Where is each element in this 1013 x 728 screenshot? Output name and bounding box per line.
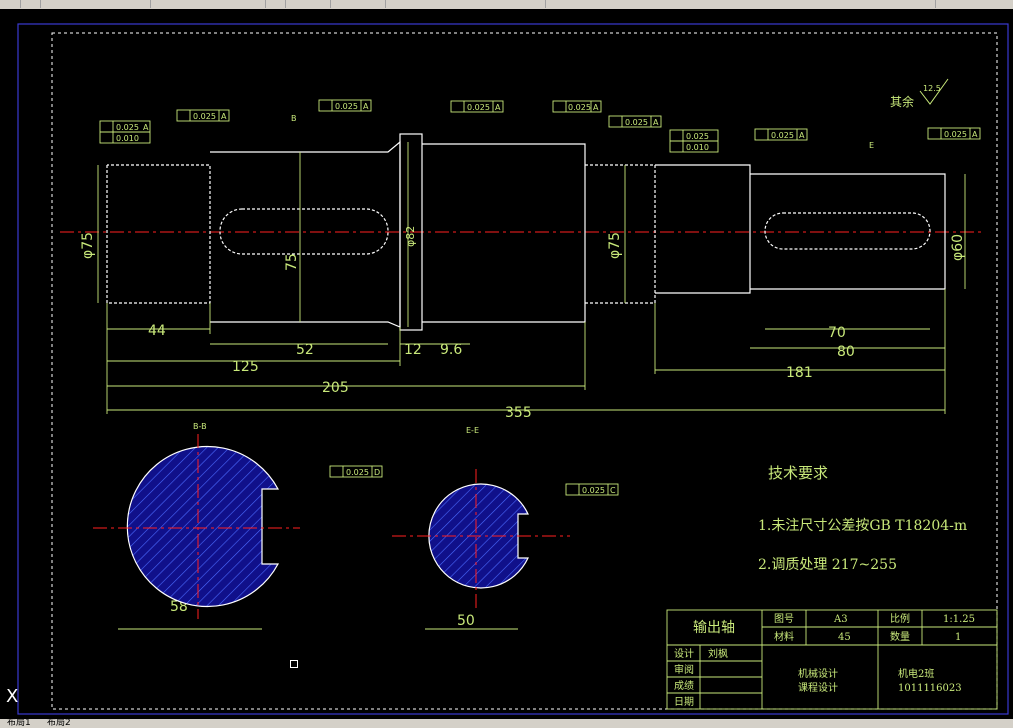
datum-c: C xyxy=(610,486,616,495)
datum-a-2: A xyxy=(221,112,227,121)
layout-tabs: 布局1 布局2 xyxy=(0,719,1013,728)
section-ee xyxy=(392,469,570,630)
dim-205: 205 xyxy=(322,380,349,396)
datum-d: D xyxy=(374,468,380,477)
tab-layout-2[interactable]: 布局2 xyxy=(44,719,74,728)
dim-80: 80 xyxy=(837,344,855,360)
text-style-icon[interactable] xyxy=(925,0,936,8)
tb-course-1: 机械设计 xyxy=(798,667,838,680)
crosshair-cursor-icon xyxy=(290,660,298,668)
tb-review-label: 审阅 xyxy=(674,663,694,676)
cad-drawing: 44 125 52 12 9.6 205 355 70 80 181 58 50… xyxy=(17,23,1009,715)
tb-drawing-no-label: 图号 xyxy=(774,613,794,625)
dim-70: 70 xyxy=(828,325,846,341)
dim-dia-mid: φ82 xyxy=(404,226,417,247)
datum-a-1: A xyxy=(143,123,149,132)
dim-50: 50 xyxy=(457,613,475,629)
tb-course-2: 课程设计 xyxy=(798,681,838,694)
dim-dia-right: φ75 xyxy=(607,232,623,259)
tol-1: 0.025 xyxy=(116,123,139,132)
tol-2: 0.025 xyxy=(193,112,216,121)
sheet-border xyxy=(17,23,1009,715)
zoom-previous-icon[interactable] xyxy=(320,0,331,8)
datum-a-6: A xyxy=(653,118,659,127)
tol-7: 0.025 xyxy=(686,132,709,141)
dim-125: 125 xyxy=(232,359,259,375)
datum-a-3: A xyxy=(363,102,369,111)
tol-8: 0.025 xyxy=(771,131,794,140)
section-bb-label: B-B xyxy=(193,422,207,431)
section-bb xyxy=(93,434,300,630)
tol-1b: 0.010 xyxy=(116,134,139,143)
tol-5: 0.025 xyxy=(568,103,591,112)
ucs-icon: X xyxy=(6,686,19,707)
dim-75: 75 xyxy=(284,253,300,271)
tb-part-name: 输出轴 xyxy=(693,620,735,636)
tol-6: 0.025 xyxy=(625,118,648,127)
tech-title: 技术要求 xyxy=(768,464,828,482)
dim-12: 12 xyxy=(404,342,422,358)
dim-52: 52 xyxy=(296,342,314,358)
datum-b-label: B xyxy=(291,114,297,123)
tb-date-label: 日期 xyxy=(674,696,694,708)
dim-44: 44 xyxy=(148,323,166,339)
frame-border xyxy=(51,32,998,710)
section-ee-label: E-E xyxy=(466,426,479,435)
zoom-realtime-icon[interactable] xyxy=(255,0,266,8)
tb-grade-label: 成绩 xyxy=(674,679,694,692)
roughness-symbol: 其余 12.5 xyxy=(890,78,949,109)
tb-drawing-no: A3 xyxy=(833,614,848,625)
datum-e-label: E xyxy=(869,141,874,150)
undo-icon[interactable] xyxy=(10,0,21,8)
dim-355: 355 xyxy=(505,405,532,421)
datum-a-9: A xyxy=(972,130,978,139)
tol-10: 0.025 xyxy=(346,468,369,477)
tol-4: 0.025 xyxy=(467,103,490,112)
datum-a-8: A xyxy=(799,131,805,140)
tb-student-id: 1011116023 xyxy=(898,683,962,694)
dim-181: 181 xyxy=(786,365,813,381)
tb-material-label: 材料 xyxy=(774,630,794,643)
tol-11: 0.025 xyxy=(582,486,605,495)
dim-dia-left: φ75 xyxy=(80,232,96,259)
tol-9: 0.025 xyxy=(944,130,967,139)
roughness-qiyu: 其余 xyxy=(890,94,914,109)
tb-scale-label: 比例 xyxy=(890,612,910,625)
tech-line-1: 1.未注尺寸公差按GB T18204-m xyxy=(758,518,967,534)
dimension-lines xyxy=(97,142,966,414)
drawing-viewport[interactable]: 44 125 52 12 9.6 205 355 70 80 181 58 50… xyxy=(0,9,1013,719)
datum-a-5: A xyxy=(593,103,599,112)
tb-qty-label: 数量 xyxy=(890,630,910,643)
properties-icon[interactable] xyxy=(375,0,386,8)
pan-icon[interactable] xyxy=(140,0,151,8)
tb-material: 45 xyxy=(838,632,851,643)
redo-icon[interactable] xyxy=(30,0,41,8)
tb-designer: 刘枫 xyxy=(708,647,728,660)
layer-icon[interactable] xyxy=(535,0,546,8)
tb-class: 机电2班 xyxy=(898,667,934,680)
zoom-window-icon[interactable] xyxy=(275,0,286,8)
tb-design-label: 设计 xyxy=(674,647,694,660)
tb-scale: 1:1.25 xyxy=(943,614,975,625)
tol-7b: 0.010 xyxy=(686,143,709,152)
dim-dia-key: φ60 xyxy=(950,234,966,261)
tol-3: 0.025 xyxy=(335,102,358,111)
tb-qty: 1 xyxy=(955,632,961,643)
tech-line-2: 2.调质处理 217~255 xyxy=(758,557,897,573)
datum-a-4: A xyxy=(495,103,501,112)
dim-9-6: 9.6 xyxy=(440,342,462,358)
tab-layout-1[interactable]: 布局1 xyxy=(4,719,34,728)
roughness-value: 12.5 xyxy=(923,84,941,93)
